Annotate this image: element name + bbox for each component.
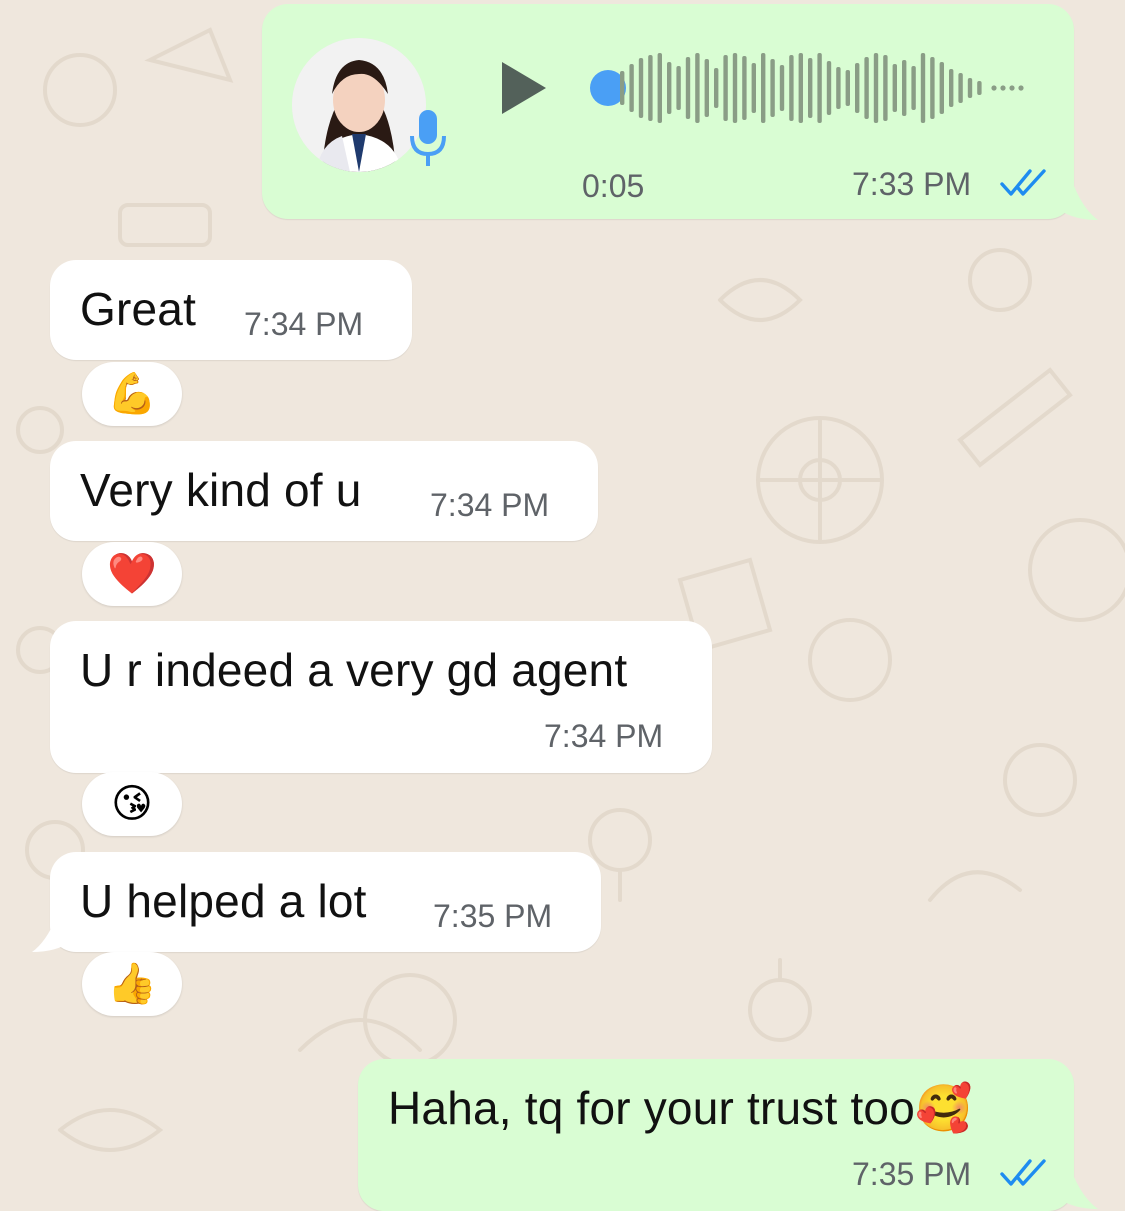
waveform-bar [629,64,634,112]
waveform-bar [657,53,662,123]
bubble-tail [32,918,70,952]
message-text: U r indeed a very gd agent [80,644,628,696]
message-text: Haha, tq for your trust too🥰 [388,1082,973,1134]
waveform-bar [826,61,832,115]
waveform-bar [855,63,860,113]
message-text: Great [80,283,197,335]
waveform-bar [676,66,681,110]
microphone-icon [410,110,446,166]
waveform-bar [648,55,653,121]
waveform-bar [761,53,766,123]
waveform-bar [902,60,907,116]
waveform-bar [798,53,803,123]
waveform-bar [742,56,747,120]
waveform-bar [836,67,841,109]
waveform-bar [704,59,709,117]
play-icon[interactable] [498,60,550,116]
waveform-bar [958,73,963,103]
waveform-bar [714,68,719,108]
message-time: 7:33 PM [852,166,972,202]
message-time: 7:34 PM [244,306,364,342]
bubble-tail [1060,186,1098,220]
message-time: 7:35 PM [852,1156,972,1192]
reaction-badge[interactable]: 💪 [82,362,182,426]
waveform-bar [620,71,625,105]
message-text: U helped a lot [80,875,367,927]
double-check-read-icon [1000,169,1046,196]
voice-duration: 0:05 [582,168,645,204]
waveform-bar [883,55,888,121]
waveform-bar [695,53,700,123]
waveform-bar [723,55,728,121]
waveform-dot [991,85,997,91]
message-time: 7:34 PM [430,487,550,523]
reaction-badge[interactable]: 😘 [82,772,182,836]
message-text: Very kind of u [80,464,362,516]
waveform-bar [873,53,879,123]
waveform-bar [845,70,850,106]
waveform-dot [1000,85,1006,91]
waveform-bar [779,65,785,111]
waveform-bar [638,58,644,118]
waveform-dot [1018,85,1024,91]
message-time: 7:34 PM [544,718,664,754]
message-time: 7:35 PM [433,898,553,934]
double-check-read-icon [1000,1159,1046,1186]
reaction-badge[interactable]: 👍 [82,952,182,1016]
waveform-dot [1009,85,1015,91]
waveform-bar [817,53,822,123]
waveform-bar [685,57,691,119]
waveform-bar [751,63,756,113]
waveform-bar [930,57,935,119]
waveform-bar [920,53,926,123]
reaction-badge[interactable]: ❤️ [82,542,182,606]
waveform-bar [967,78,973,98]
waveform-bar [732,53,738,123]
bubble-tail [1060,1177,1098,1209]
waveform-bar [977,81,982,95]
voice-waveform[interactable] [618,48,1038,128]
waveform-bar [864,57,869,119]
waveform-bar [939,62,944,114]
waveform-bar [789,55,794,121]
waveform-bar [667,62,672,114]
waveform-bar [892,64,897,112]
waveform-bar [808,58,813,118]
waveform-bar [911,66,916,110]
waveform-bar [770,59,775,117]
waveform-bar [949,69,954,107]
